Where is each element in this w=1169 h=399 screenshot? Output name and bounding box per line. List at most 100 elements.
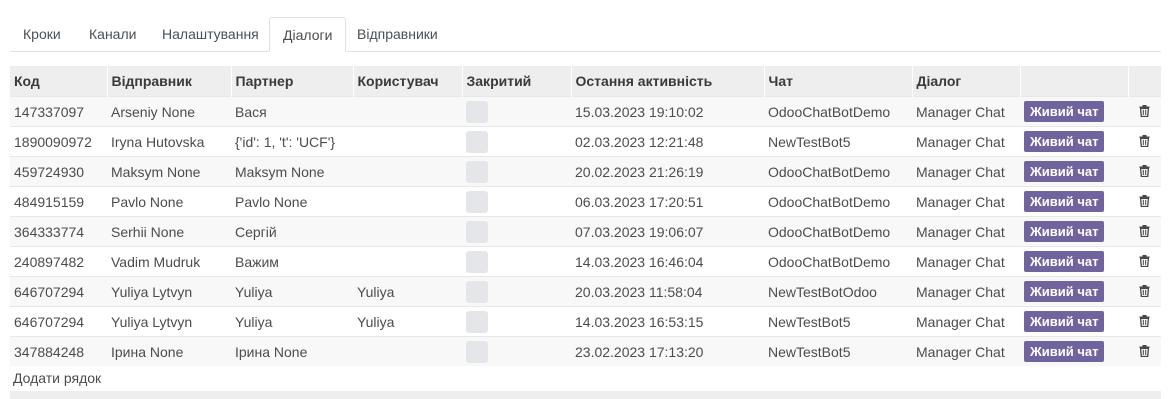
cell-user[interactable] bbox=[353, 96, 462, 127]
cell-user[interactable]: Yuliya bbox=[353, 276, 462, 307]
cell-dialog[interactable]: Manager Chat bbox=[912, 156, 1020, 187]
live-chat-button[interactable]: Живий чат bbox=[1024, 101, 1105, 122]
tab-channels[interactable]: Канали bbox=[76, 17, 149, 51]
cell-partner[interactable]: Pavlo None bbox=[231, 186, 353, 217]
table-row[interactable]: 1890090972 Iryna Hutovska {'id': 1, 't': '… bbox=[10, 126, 1161, 157]
closed-checkbox[interactable] bbox=[466, 280, 488, 303]
cell-sender[interactable]: Vadim Mudruk bbox=[107, 246, 231, 277]
cell-last-activity[interactable]: 14.03.2023 16:46:04 bbox=[571, 246, 764, 277]
cell-last-activity[interactable]: 15.03.2023 19:10:02 bbox=[571, 96, 764, 127]
table-row[interactable]: 646707294 Yuliya Lytvyn Yuliya Yuliya 14.03.… bbox=[10, 306, 1161, 337]
trash-icon[interactable] bbox=[1139, 224, 1150, 240]
cell-dialog[interactable]: Manager Chat bbox=[912, 186, 1020, 217]
live-chat-button[interactable]: Живий чат bbox=[1024, 251, 1105, 272]
cell-user[interactable] bbox=[353, 126, 462, 157]
cell-sender[interactable]: Yuliya Lytvyn bbox=[107, 306, 231, 337]
cell-sender[interactable]: Pavlo None bbox=[107, 186, 231, 217]
column-header-chat[interactable]: Чат bbox=[763, 66, 912, 97]
live-chat-button[interactable]: Живий чат bbox=[1024, 161, 1105, 182]
cell-chat[interactable]: OdooChatBotDemo bbox=[764, 156, 912, 187]
closed-checkbox[interactable] bbox=[466, 130, 488, 153]
trash-icon[interactable] bbox=[1139, 314, 1150, 330]
tab-dialogs[interactable]: Діалоги bbox=[269, 17, 347, 52]
closed-checkbox[interactable] bbox=[466, 340, 488, 363]
live-chat-button[interactable]: Живий чат bbox=[1024, 341, 1105, 362]
column-header-code[interactable]: Код bbox=[10, 66, 107, 97]
cell-dialog[interactable]: Manager Chat bbox=[912, 216, 1020, 247]
cell-last-activity[interactable]: 14.03.2023 16:53:15 bbox=[571, 306, 764, 337]
table-row[interactable]: 364333774 Serhii None Сергій 07.03.2023 19:… bbox=[10, 216, 1161, 247]
live-chat-button[interactable]: Живий чат bbox=[1024, 131, 1105, 152]
closed-checkbox[interactable] bbox=[466, 100, 488, 123]
column-header-closed[interactable]: Закритий bbox=[461, 66, 571, 97]
cell-sender[interactable]: Iryna Hutovska bbox=[107, 126, 231, 157]
cell-code[interactable]: 347884248 bbox=[10, 336, 107, 366]
trash-icon[interactable] bbox=[1139, 284, 1150, 300]
cell-code[interactable]: 484915159 bbox=[10, 186, 107, 217]
cell-last-activity[interactable]: 20.03.2023 11:58:04 bbox=[571, 276, 764, 307]
cell-sender[interactable]: Arseniy None bbox=[107, 96, 231, 127]
cell-code[interactable]: 1890090972 bbox=[10, 126, 107, 157]
cell-dialog[interactable]: Manager Chat bbox=[912, 126, 1020, 157]
closed-checkbox[interactable] bbox=[466, 310, 488, 333]
cell-partner[interactable]: Ірина None bbox=[231, 336, 353, 366]
tab-steps[interactable]: Кроки bbox=[10, 17, 74, 51]
table-row[interactable]: 484915159 Pavlo None Pavlo None 06.03.2023 … bbox=[10, 186, 1161, 217]
live-chat-button[interactable]: Живий чат bbox=[1024, 281, 1105, 302]
cell-sender[interactable]: Ірина None bbox=[107, 336, 231, 366]
cell-chat[interactable]: OdooChatBotDemo bbox=[764, 216, 912, 247]
closed-checkbox[interactable] bbox=[466, 250, 488, 273]
cell-chat[interactable]: NewTestBot5 bbox=[764, 126, 912, 157]
cell-last-activity[interactable]: 07.03.2023 19:06:07 bbox=[571, 216, 764, 247]
cell-sender[interactable]: Maksym None bbox=[107, 156, 231, 187]
cell-partner[interactable]: Yuliya bbox=[231, 306, 353, 337]
closed-checkbox[interactable] bbox=[466, 190, 488, 213]
table-row[interactable]: 240897482 Vadim Mudruk Важим 14.03.2023 16:… bbox=[10, 246, 1161, 277]
cell-last-activity[interactable]: 06.03.2023 17:20:51 bbox=[571, 186, 764, 217]
cell-code[interactable]: 364333774 bbox=[10, 216, 107, 247]
cell-code[interactable]: 646707294 bbox=[10, 276, 107, 307]
cell-partner[interactable]: Maksym None bbox=[231, 156, 353, 187]
trash-icon[interactable] bbox=[1139, 104, 1150, 120]
cell-dialog[interactable]: Manager Chat bbox=[912, 336, 1020, 366]
trash-icon[interactable] bbox=[1139, 194, 1150, 210]
cell-dialog[interactable]: Manager Chat bbox=[912, 306, 1020, 337]
trash-icon[interactable] bbox=[1139, 344, 1150, 360]
cell-user[interactable] bbox=[353, 186, 462, 217]
cell-last-activity[interactable]: 02.03.2023 12:21:48 bbox=[571, 126, 764, 157]
cell-dialog[interactable]: Manager Chat bbox=[912, 246, 1020, 277]
cell-sender[interactable]: Yuliya Lytvyn bbox=[107, 276, 231, 307]
tab-settings[interactable]: Налаштування bbox=[149, 17, 272, 51]
trash-icon[interactable] bbox=[1139, 164, 1150, 180]
table-row[interactable]: 347884248 Ірина None Ірина None 23.02.2023 … bbox=[10, 336, 1161, 366]
cell-chat[interactable]: NewTestBot5 bbox=[764, 306, 912, 337]
cell-code[interactable]: 646707294 bbox=[10, 306, 107, 337]
closed-checkbox[interactable] bbox=[466, 220, 488, 243]
cell-last-activity[interactable]: 23.02.2023 17:13:20 bbox=[571, 336, 764, 366]
cell-code[interactable]: 147337097 bbox=[10, 96, 107, 127]
table-row[interactable]: 147337097 Arseniy None Вася 15.03.2023 19:1… bbox=[10, 96, 1161, 127]
cell-partner[interactable]: Yuliya bbox=[231, 276, 353, 307]
live-chat-button[interactable]: Живий чат bbox=[1024, 191, 1105, 212]
cell-last-activity[interactable]: 20.02.2023 21:26:19 bbox=[571, 156, 764, 187]
tab-senders[interactable]: Відправники bbox=[344, 17, 451, 51]
trash-icon[interactable] bbox=[1139, 254, 1150, 270]
cell-chat[interactable]: OdooChatBotDemo bbox=[764, 186, 912, 217]
cell-chat[interactable]: OdooChatBotDemo bbox=[764, 246, 912, 277]
cell-dialog[interactable]: Manager Chat bbox=[912, 276, 1020, 307]
cell-user[interactable]: Yuliya bbox=[353, 306, 462, 337]
table-row[interactable]: 459724930 Maksym None Maksym None 20.02.202… bbox=[10, 156, 1161, 187]
live-chat-button[interactable]: Живий чат bbox=[1024, 311, 1105, 332]
cell-code[interactable]: 459724930 bbox=[10, 156, 107, 187]
cell-chat[interactable]: NewTestBotOdoo bbox=[764, 276, 912, 307]
column-header-sender[interactable]: Відправник bbox=[106, 66, 231, 97]
cell-sender[interactable]: Serhii None bbox=[107, 216, 231, 247]
column-header-partner[interactable]: Партнер bbox=[230, 66, 353, 97]
add-row-link[interactable]: Додати рядок bbox=[13, 370, 101, 386]
cell-user[interactable] bbox=[353, 156, 462, 187]
cell-code[interactable]: 240897482 bbox=[10, 246, 107, 277]
cell-partner[interactable]: Сергій bbox=[231, 216, 353, 247]
cell-dialog[interactable]: Manager Chat bbox=[912, 96, 1020, 127]
cell-user[interactable] bbox=[353, 336, 462, 366]
trash-icon[interactable] bbox=[1139, 134, 1150, 150]
